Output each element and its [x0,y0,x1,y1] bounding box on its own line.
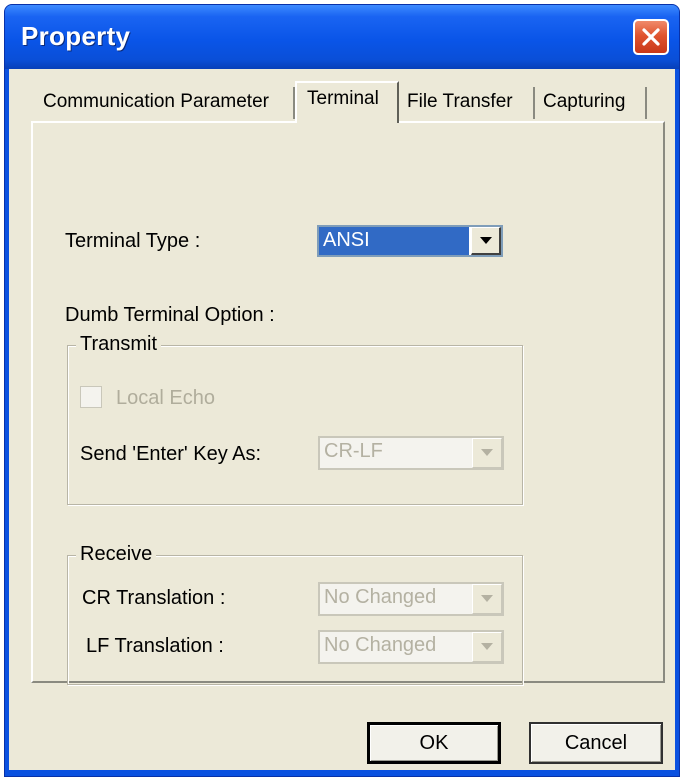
tab-capturing[interactable]: Capturing [537,87,647,119]
close-icon [642,28,660,46]
terminal-type-select[interactable]: ANSI [317,225,503,257]
lf-translation-label: LF Translation : [86,635,224,657]
cancel-button[interactable]: Cancel [529,722,663,764]
tab-label: Capturing [543,91,626,112]
property-dialog: Property Communication Parameter Termina… [4,4,680,777]
chevron-down-icon [481,449,493,456]
receive-group: Receive CR Translation : No Changed LF T… [67,544,523,685]
chevron-down-icon [481,643,493,650]
transmit-group-title: Transmit [76,334,162,354]
chevron-down-icon [479,236,492,244]
tab-label: Communication Parameter [43,91,269,112]
local-echo-label: Local Echo [116,387,215,409]
tab-label: Terminal [307,88,379,109]
cr-translation-value: No Changed [324,586,437,608]
tab-strip: Communication Parameter Terminal File Tr… [9,69,675,129]
dropdown-button[interactable] [471,227,501,255]
dropdown-button[interactable] [472,584,502,614]
window-title: Property [21,21,131,51]
send-enter-key-label: Send 'Enter' Key As: [80,443,262,465]
tab-terminal[interactable]: Terminal [295,81,399,123]
chevron-down-icon [481,595,493,602]
dropdown-button[interactable] [472,438,502,468]
transmit-group: Transmit Local Echo Send 'Enter' Key As:… [67,334,523,505]
dialog-client-area: Communication Parameter Terminal File Tr… [9,69,675,770]
dropdown-button[interactable] [472,632,502,662]
terminal-type-value: ANSI [319,227,469,255]
close-button[interactable] [633,19,669,55]
cr-translation-label: CR Translation : [82,587,226,609]
lf-translation-select[interactable]: No Changed [318,630,504,664]
send-enter-key-select[interactable]: CR-LF [318,436,504,470]
dumb-terminal-option-label: Dumb Terminal Option : [65,304,275,326]
cr-translation-select[interactable]: No Changed [318,582,504,616]
ok-button-label: OK [419,732,449,754]
terminal-type-label: Terminal Type : [65,230,201,252]
tab-label: File Transfer [407,91,513,112]
lf-translation-value: No Changed [324,634,437,656]
ok-button[interactable]: OK [367,722,501,764]
title-bar[interactable]: Property [5,5,679,69]
receive-group-title: Receive [76,544,157,564]
send-enter-key-value: CR-LF [324,440,383,462]
cancel-button-label: Cancel [564,732,628,754]
tab-communication-parameter[interactable]: Communication Parameter [37,87,295,119]
local-echo-checkbox[interactable] [80,386,102,408]
tab-file-transfer[interactable]: File Transfer [401,87,535,119]
terminal-tab-panel: Terminal Type : ANSI Dumb Terminal Optio… [31,121,665,685]
